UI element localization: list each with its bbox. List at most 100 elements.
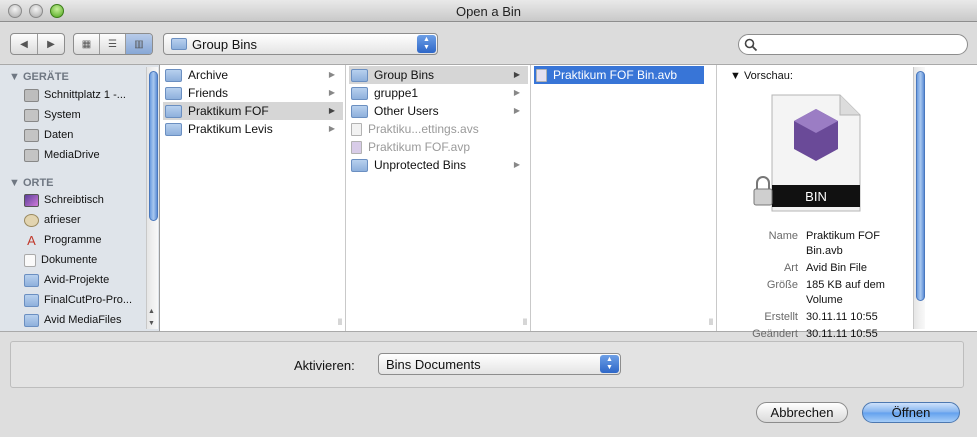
icon-view-button[interactable]: ▦ [74,34,100,54]
info-value: 185 KB auf dem Volume [806,279,885,306]
preview-info: Name Praktikum FOF Bin.avb Art Avid Bin Fi… [736,229,911,344]
scroll-thumb[interactable] [916,71,925,301]
info-value: Avid Bin File [806,262,867,274]
info-value: 30.11.11 10:55 [806,311,878,323]
home-icon [24,213,39,227]
info-key: Größe [766,279,798,291]
disclosure-arrow-icon: ▶ [328,124,335,133]
bin-icon-label: BIN [805,189,827,204]
popup-stepper-icon: ▲ ▼ [600,355,619,373]
sidebar-item-schnittplatz[interactable]: Schnittplatz 1 -... [24,86,142,104]
columns-icon: ▥ [134,38,144,50]
folder-icon [24,293,39,307]
scroll-down-arrow-icon[interactable]: ▼ [148,320,155,327]
column-resize-handle[interactable]: ll [709,317,713,327]
list-icon: ☰ [108,38,117,50]
scroll-thumb[interactable] [149,71,158,221]
title-bar: Open a Bin [0,0,977,22]
file-type-popup-label: Bins Documents [386,357,481,372]
info-key: Erstellt [764,311,798,323]
back-button[interactable]: ◀ [11,34,38,54]
folder-icon [24,313,39,327]
sidebar-item-mediadrive[interactable]: MediaDrive [24,146,142,164]
file-browser: ▼ GERÄTE Schnittplatz 1 -... System Date… [0,64,977,340]
info-value: Praktikum FOF Bin.avb [806,230,880,257]
popup-stepper-icon: ▲ ▼ [417,35,436,53]
info-key: Geändert [752,328,798,340]
disclosure-arrow-icon: ▶ [513,106,520,115]
sidebar-scrollbar[interactable]: ▲ ▼ [146,67,158,329]
sidebar-item-daten[interactable]: Daten [24,126,142,144]
sidebar-item-avid-mediafiles[interactable]: Avid MediaFiles [24,311,142,329]
folder-icon [351,68,368,82]
filter-label: Aktivieren: [294,358,355,373]
project-file-icon [351,140,362,154]
preview-header[interactable]: ▼ Vorschau: [730,70,793,82]
folder-icon [165,68,182,82]
disclosure-arrow-icon: ▶ [328,106,335,115]
folder-icon [165,122,182,136]
list-item[interactable]: Friends ▶ [163,84,343,102]
sidebar-item-schreibtisch[interactable]: Schreibtisch [24,191,142,209]
settings-file-icon [351,122,362,136]
disclosure-arrow-icon: ▶ [513,88,520,97]
info-key: Name [768,230,798,242]
list-item-selected[interactable]: Praktikum FOF ▶ [163,102,343,120]
forward-arrow-icon: ▶ [47,38,55,50]
view-mode-control: ▦ ☰ ▥ [73,33,153,55]
file-type-popup[interactable]: Bins Documents ▲ ▼ [378,353,621,375]
sidebar-item-finalcutpro[interactable]: FinalCutPro-Pro... [24,291,142,309]
folder-icon [165,86,182,100]
info-value: 30.11.11 10:55 [806,328,878,340]
list-item[interactable]: Other Users ▶ [349,102,528,120]
sidebar: ▼ GERÄTE Schnittplatz 1 -... System Date… [0,65,160,331]
list-view-button[interactable]: ☰ [100,34,126,54]
hard-drive-icon [24,128,39,142]
column-resize-handle[interactable]: ll [523,317,527,327]
back-arrow-icon: ◀ [20,38,28,50]
list-item[interactable]: Praktikum Levis ▶ [163,120,343,138]
list-item-selected[interactable]: Praktikum FOF Bin.avb [534,66,704,84]
folder-icon [165,104,182,118]
scroll-up-arrow-icon[interactable]: ▲ [148,308,155,315]
preview-pane: ▼ Vorschau: BIN Name Praktikum FOF Bin.av… [718,65,913,340]
sidebar-section-devices[interactable]: ▼ GERÄTE [9,71,69,83]
search-field[interactable] [738,34,968,55]
sidebar-item-avid-projekte[interactable]: Avid-Projekte [24,271,142,289]
window-title: Open a Bin [455,4,522,19]
list-item[interactable]: Archive ▶ [163,66,343,84]
disclosure-arrow-icon: ▶ [513,70,520,79]
column-view-button[interactable]: ▥ [126,34,152,54]
folder-icon [171,38,187,50]
open-button[interactable]: Öffnen [862,402,960,423]
folder-icon [351,104,368,118]
list-item[interactable]: Unprotected Bins ▶ [349,156,528,174]
folder-icon [351,158,368,172]
sidebar-item-afrieser[interactable]: afrieser [24,211,142,229]
bin-file-icon [536,68,547,82]
list-item[interactable]: gruppe1 ▶ [349,84,528,102]
list-item-selected[interactable]: Group Bins ▶ [349,66,528,84]
sidebar-section-places[interactable]: ▼ ORTE [9,177,54,189]
forward-button[interactable]: ▶ [38,34,64,54]
sidebar-item-programme[interactable]: A Programme [24,231,142,249]
document-icon [24,253,36,267]
sidebar-item-system[interactable]: System [24,106,142,124]
column-2: Group Bins ▶ gruppe1 ▶ Other Users ▶ Prakti… [347,65,531,331]
column-1: Archive ▶ Friends ▶ Praktikum FOF ▶ Praktik… [161,65,346,331]
cancel-button[interactable]: Abbrechen [756,402,848,423]
grid-icon: ▦ [81,38,92,50]
path-popup[interactable]: Group Bins ▲ ▼ [163,33,438,55]
sidebar-item-dokumente[interactable]: Dokumente [24,251,142,269]
hard-drive-icon [24,108,39,122]
path-popup-label: Group Bins [192,37,258,52]
info-key: Art [783,262,798,274]
disclosure-arrow-icon: ▶ [513,160,520,169]
column-resize-handle[interactable]: ll [338,317,342,327]
hard-drive-icon [24,88,39,102]
search-input[interactable] [761,37,961,52]
applications-icon: A [27,232,36,248]
list-item-disabled: Praktikum FOF.avp [349,138,528,156]
browser-scrollbar[interactable] [913,67,925,329]
folder-icon [351,86,368,100]
